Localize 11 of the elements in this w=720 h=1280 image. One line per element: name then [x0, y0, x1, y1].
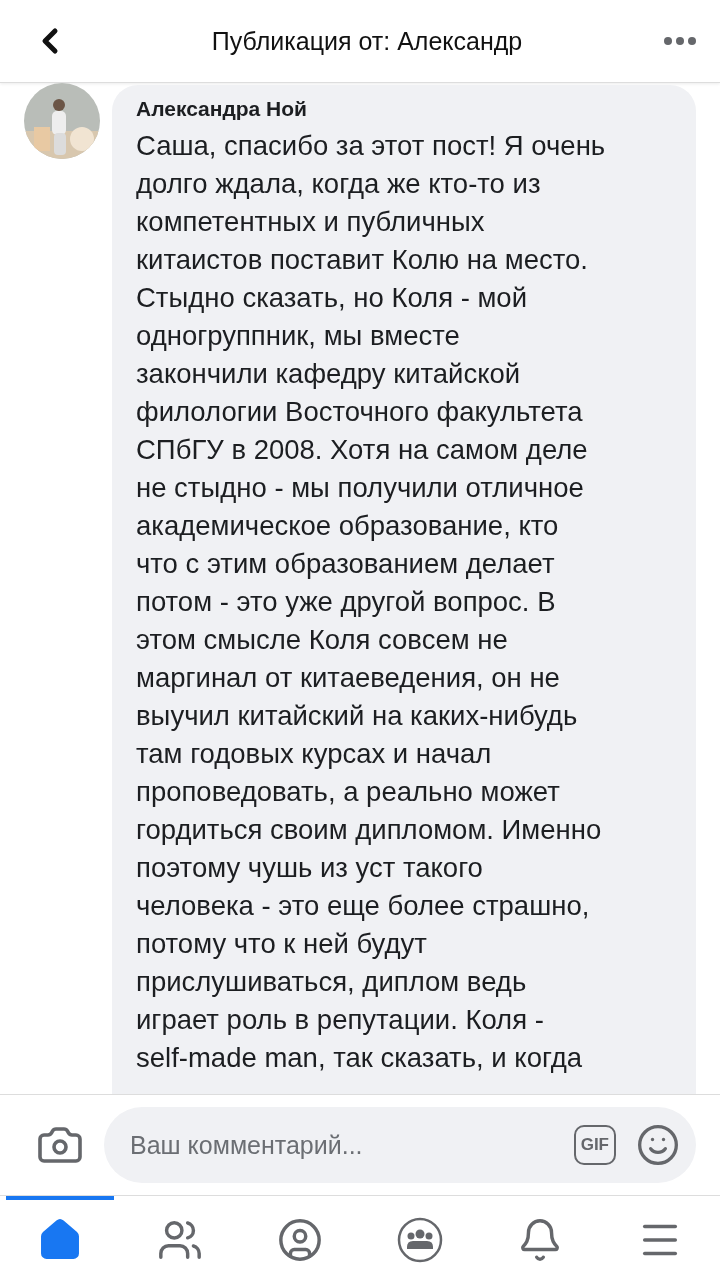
comment-text: Саша, спасибо за этот пост! Я очень долго ждала, когда же кто-то из компетентных и публичных китаистов поставит Колю на место. Стыдно сказать, но Коля - мой одногруппник, мы вместе закончили кафедру китайской филологии Восточного факультета СПбГУ в 2008. Хотя на самом деле не стыдно - мы получили отличное академическое образование, кто что с этим образованием делает потом - это уже другой вопрос. В этом смысле Коля совсем не маргинал от китаеведения, он не выучил китайский на каких-нибудь там годовых курсах и начал проповедовать, а реально может гордиться своим дипломом. Именно поэтому чушь из уст такого человека - это еще более страшно, потому что к ней будут прислушиваться, диплом ведь играет роль в репутации. Коля - self-made man, так сказать, и когда: [136, 129, 607, 1075]
emoji-button[interactable]: [636, 1123, 680, 1167]
smile-icon: [636, 1123, 680, 1167]
more-icon: [664, 37, 696, 45]
page-title: Публикация от: Александр: [211, 26, 523, 56]
groups-icon: [397, 1217, 443, 1263]
comment-field[interactable]: Ваш комментарий... GIF: [104, 1107, 696, 1183]
comment-author: Александра Ной: [136, 97, 308, 121]
profile-icon: [277, 1217, 323, 1263]
gif-button[interactable]: GIF: [573, 1125, 616, 1165]
more-button[interactable]: [664, 37, 696, 45]
